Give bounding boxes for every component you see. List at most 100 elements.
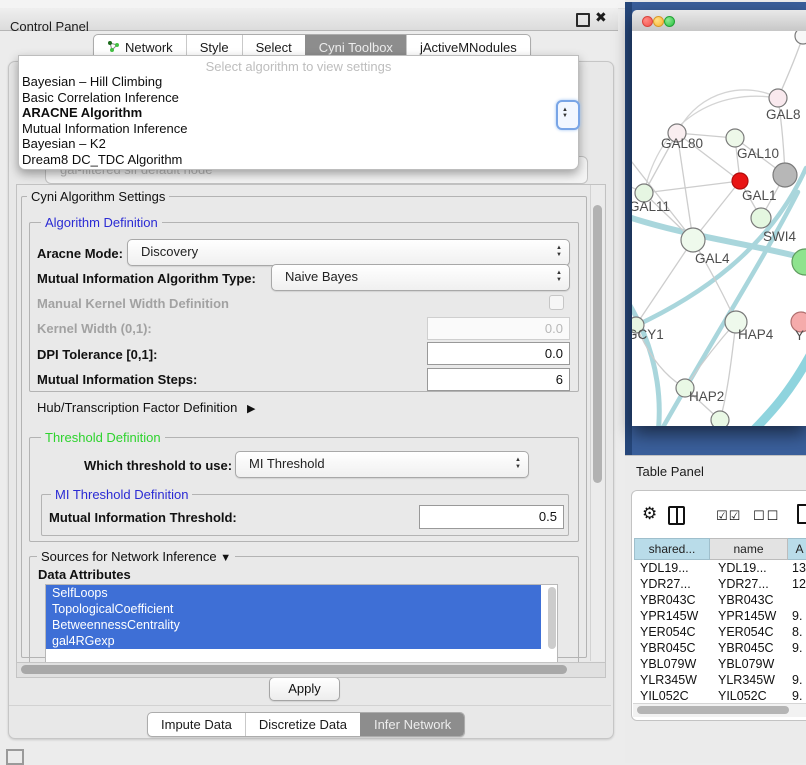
algorithm-dropdown[interactable]: Select algorithm to view settings Bayesi…: [18, 55, 579, 170]
network-canvas[interactable]: GAL8GAL80GAL10GAL1GAL11SWI4GAL4GCY1HAP4Y…: [632, 31, 806, 426]
kernel-width-field[interactable]: 0.0: [427, 317, 570, 340]
list-scrollbar-thumb[interactable]: [548, 587, 556, 649]
table-cell: 8.: [788, 625, 806, 639]
table-cell: YBR043C: [634, 593, 710, 607]
manual-kernel-checkbox[interactable]: [549, 295, 564, 310]
mi-steps-field[interactable]: 6: [427, 368, 570, 391]
dropdown-item-bayesian-k2[interactable]: Bayesian – K2: [19, 136, 578, 152]
table-row[interactable]: YDR27...YDR27...12: [634, 576, 806, 592]
split-view-icon[interactable]: [668, 506, 685, 525]
network-window-titlebar[interactable]: [632, 10, 806, 32]
desktop-edge: [625, 2, 632, 455]
show-columns-icon[interactable]: ☑☑: [716, 508, 741, 524]
node-label-gal80: GAL80: [661, 136, 703, 151]
column-header-name[interactable]: name: [710, 538, 788, 560]
manual-kernel-label: Manual Kernel Width Definition: [37, 296, 229, 311]
mi-type-label: Mutual Information Algorithm Type:: [37, 271, 256, 286]
network-window: GAL8GAL80GAL10GAL1GAL11SWI4GAL4GCY1HAP4Y…: [632, 10, 806, 426]
table-row[interactable]: YBR043CYBR043C: [634, 592, 806, 608]
panel-divider: [9, 705, 611, 706]
mi-threshold-title: MI Threshold Definition: [51, 487, 192, 502]
node-label-gcy1: GCY1: [632, 327, 664, 342]
dropdown-item-aracne-algorithm[interactable]: ARACNE Algorithm: [19, 105, 578, 121]
table-row[interactable]: YDL19...YDL19...13: [634, 560, 806, 576]
attribute-item-selfloops[interactable]: SelfLoops: [46, 585, 541, 601]
mi-type-value: Naive Bayes: [285, 265, 358, 289]
table-row[interactable]: YBL079WYBL079W: [634, 656, 806, 672]
table-horizontal-scrollbar[interactable]: [633, 703, 806, 717]
table-cell: 9.: [788, 641, 806, 655]
dropdown-item-dream8-dc-tdc-algorithm[interactable]: Dream8 DC_TDC Algorithm: [19, 152, 578, 168]
table-hscroll-thumb[interactable]: [637, 706, 789, 714]
sources-title: Sources for Network Inference: [41, 549, 217, 564]
tab-select-label: Select: [256, 40, 292, 55]
tab-infer-network-label: Infer Network: [374, 717, 451, 732]
gear-icon[interactable]: ⚙: [642, 504, 657, 524]
dpi-tolerance-field[interactable]: 0.0: [427, 342, 570, 365]
minimize-traffic-light-icon[interactable]: [653, 16, 664, 27]
stepper-icon: ▲▼: [556, 245, 562, 258]
node-red[interactable]: [732, 173, 748, 189]
threshold-definition-title: Threshold Definition: [41, 430, 165, 445]
dropdown-item-basic-correlation-inference[interactable]: Basic Correlation Inference: [19, 90, 578, 106]
attribute-item-gal4rgexp[interactable]: gal4RGexp: [46, 633, 541, 649]
dropdown-placeholder: Select algorithm to view settings: [19, 59, 578, 74]
node-label-gal4: GAL4: [695, 251, 730, 266]
table-cell: YLR345W: [634, 673, 710, 687]
close-traffic-light-icon[interactable]: [642, 16, 653, 27]
table-cell: YBR045C: [634, 641, 710, 655]
data-attributes-label: Data Attributes: [38, 567, 131, 582]
tab-infer-network[interactable]: Infer Network: [360, 713, 464, 736]
cyni-settings-title: Cyni Algorithm Settings: [27, 189, 169, 204]
hide-columns-icon[interactable]: ☐☐: [753, 508, 780, 524]
hub-definition-label: Hub/Transcription Factor Definition: [37, 400, 237, 415]
node-gray[interactable]: [773, 163, 797, 187]
apply-button[interactable]: Apply: [269, 677, 340, 701]
table-row[interactable]: YBR045CYBR045C9.: [634, 640, 806, 656]
mi-threshold-field[interactable]: 0.5: [419, 505, 564, 529]
dropdown-item-bayesian-hill-climbing[interactable]: Bayesian – Hill Climbing: [19, 74, 578, 90]
stepper-icon: ▲▼: [515, 457, 521, 470]
table-row[interactable]: YIL052CYIL052C9.: [634, 688, 806, 703]
control-panel-titlebar: Control Panel: [0, 8, 618, 31]
table-row[interactable]: YER054CYER054C8.: [634, 624, 806, 640]
horizontal-scrollbar[interactable]: [16, 662, 606, 678]
table-row[interactable]: YLR345WYLR345W9.: [634, 672, 806, 688]
hub-definition-toggle[interactable]: Hub/Transcription Factor Definition ▶: [37, 400, 255, 415]
column-header-shared-[interactable]: shared...: [634, 538, 710, 560]
tab-impute-data[interactable]: Impute Data: [148, 713, 245, 736]
mi-type-select[interactable]: Naive Bayes ▲▼: [271, 264, 570, 291]
table-row[interactable]: YPR145WYPR145W9.: [634, 608, 806, 624]
node-gal8[interactable]: [769, 89, 787, 107]
node-gal10[interactable]: [726, 129, 744, 147]
node[interactable]: [711, 411, 729, 426]
focused-combo-fragment[interactable]: ▲▼: [556, 100, 580, 130]
node[interactable]: [795, 31, 806, 44]
attribute-item-topologicalcoefficient[interactable]: TopologicalCoefficient: [46, 601, 541, 617]
tab-network-label: Network: [125, 40, 173, 55]
table-cell: YDR27...: [710, 577, 788, 591]
attribute-item-betweennesscentrality[interactable]: BetweennessCentrality: [46, 617, 541, 633]
which-threshold-select[interactable]: MI Threshold ▲▼: [235, 451, 529, 478]
node-label-hap2: HAP2: [689, 389, 724, 404]
dropdown-item-mutual-information-inference[interactable]: Mutual Information Inference: [19, 121, 578, 137]
node-gal1[interactable]: [751, 208, 771, 228]
node-label-gal1: GAL1: [742, 188, 777, 203]
document-icon[interactable]: [797, 504, 806, 524]
minimized-panel-icon[interactable]: [6, 749, 24, 765]
sources-title-toggle[interactable]: Sources for Network Inference ▼: [37, 549, 235, 564]
zoom-traffic-light-icon[interactable]: [664, 16, 675, 27]
aracne-mode-value: Discovery: [141, 240, 198, 264]
tab-discretize-data[interactable]: Discretize Data: [245, 713, 360, 736]
node-gal4[interactable]: [681, 228, 705, 252]
column-header-a[interactable]: A: [788, 538, 806, 560]
vertical-scrollbar-thumb[interactable]: [593, 205, 602, 483]
horizontal-scrollbar-thumb[interactable]: [21, 665, 567, 674]
bottom-tab-bar: Impute DataDiscretize Data Infer Network: [147, 712, 465, 737]
float-icon[interactable]: [576, 13, 590, 27]
data-attributes-list[interactable]: SelfLoopsTopologicalCoefficientBetweenne…: [45, 584, 558, 664]
close-icon[interactable]: ✖: [595, 9, 607, 26]
vertical-scrollbar[interactable]: [590, 185, 604, 661]
aracne-mode-select[interactable]: Discovery ▲▼: [127, 239, 570, 266]
expand-right-icon: ▶: [247, 403, 255, 415]
